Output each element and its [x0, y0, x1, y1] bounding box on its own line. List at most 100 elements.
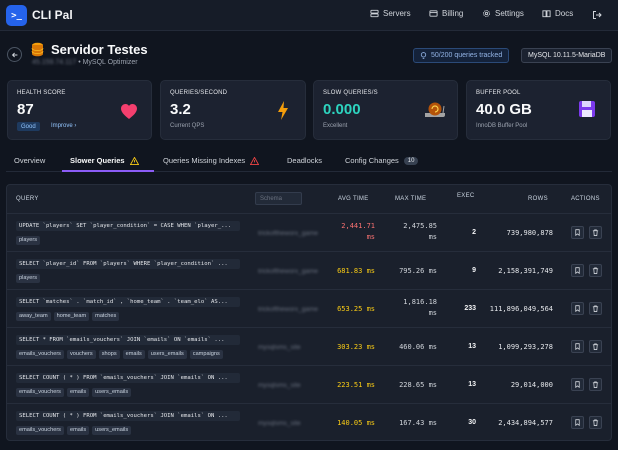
tab-missing-indexes[interactable]: Queries Missing Indexes [163, 156, 260, 165]
exec-count: 13 [468, 343, 476, 350]
terminal-logo-icon[interactable]: >_ [6, 5, 27, 26]
table-row[interactable]: UPDATE `players` SET `player_condition` … [7, 213, 611, 251]
db-version-badge: MySQL 10.11.5-MariaDB [521, 48, 613, 63]
logout-button[interactable] [592, 10, 606, 20]
col-avg-time[interactable]: AVG TIME [338, 196, 369, 202]
query-text[interactable]: SELECT COUNT ( * ) FROM `emails_vouchers… [16, 373, 240, 383]
lightbulb-icon [420, 51, 427, 59]
trash-icon [592, 419, 599, 426]
nav-settings[interactable]: Settings [482, 9, 524, 18]
table-tag: matches [92, 312, 120, 321]
table-row[interactable]: SELECT COUNT ( * ) FROM `emails_vouchers… [7, 403, 611, 440]
trash-icon [592, 381, 599, 388]
tab-slower-queries[interactable]: Slower Queries [70, 156, 139, 165]
slow-queries-card: SLOW QUERIES/S 0.000 Excellent [313, 80, 458, 140]
table-row[interactable]: SELECT * FROM `emails_vouchers` JOIN `em… [7, 327, 611, 365]
exec-count: 30 [468, 419, 476, 426]
exec-count: 233 [464, 305, 476, 312]
heart-icon [121, 104, 137, 119]
avg-time-unit: ms [366, 233, 375, 241]
nav-settings-label: Settings [495, 9, 524, 18]
col-rows[interactable]: ROWS [528, 196, 548, 202]
table-tag: users_emails [92, 426, 132, 435]
delete-button[interactable] [589, 226, 602, 239]
avg-time: 681.83 ms [337, 267, 375, 275]
delete-button[interactable] [589, 378, 602, 391]
table-tag: shops [98, 350, 120, 359]
qps-subtext: Current QPS [170, 123, 205, 129]
table-tag: emails_vouchers [16, 426, 64, 435]
table-tag: emails [122, 350, 145, 359]
table-tag: players [16, 274, 41, 283]
nav-docs[interactable]: Docs [542, 9, 573, 18]
active-tab-indicator [62, 170, 154, 172]
bookmark-button[interactable] [571, 378, 584, 391]
server-title: Servidor Testes [51, 42, 148, 57]
max-time: 460.06 ms [399, 343, 437, 351]
rows-examined: 2,434,894,577 [498, 419, 553, 427]
slow-queries-label: SLOW QUERIES/S [323, 90, 378, 96]
floppy-disk-icon [579, 101, 595, 117]
table-tag: emails_vouchers [16, 350, 64, 359]
rows-examined: 29,014,000 [510, 381, 553, 389]
query-text[interactable]: SELECT COUNT ( * ) FROM `emails_vouchers… [16, 411, 240, 421]
delete-button[interactable] [589, 340, 602, 353]
nav-servers[interactable]: Servers [370, 9, 411, 18]
back-button[interactable] [7, 47, 22, 62]
nav-billing-label: Billing [442, 9, 464, 18]
bookmark-button[interactable] [571, 264, 584, 277]
max-time: 167.43 ms [399, 419, 437, 427]
table-tag: emails_vouchers [16, 388, 64, 397]
bookmark-icon [575, 305, 580, 312]
server-icon [370, 9, 379, 18]
schema-name: mysqlsms_site [258, 420, 301, 427]
app-name[interactable]: CLI Pal [32, 8, 73, 22]
query-text[interactable]: SELECT `matches` . `match_id` , `home_te… [16, 297, 240, 307]
health-score-label: HEALTH SCORE [17, 90, 66, 96]
table-tag: vouchers [66, 350, 96, 359]
buffer-pool-card: BUFFER POOL 40.0 GB InnoDB Buffer Pool [466, 80, 611, 140]
delete-button[interactable] [589, 264, 602, 277]
query-text[interactable]: SELECT `player_id` FROM `players` WHERE … [16, 259, 240, 269]
col-query: QUERY [16, 196, 39, 202]
qps-value: 3.2 [170, 101, 191, 118]
table-tag: users_emails [147, 350, 187, 359]
arrow-left-icon [11, 52, 17, 57]
tab-overview-label: Overview [14, 156, 46, 165]
bookmark-button[interactable] [571, 226, 584, 239]
tab-overview[interactable]: Overview [14, 156, 45, 165]
qps-label: QUERIES/SECOND [170, 90, 228, 96]
bookmark-icon [575, 267, 580, 274]
bookmark-button[interactable] [571, 416, 584, 429]
table-row[interactable]: SELECT `player_id` FROM `players` WHERE … [7, 251, 611, 289]
table-row[interactable]: SELECT COUNT ( * ) FROM `emails_vouchers… [7, 365, 611, 403]
tab-config-changes[interactable]: Config Changes 10 [345, 156, 419, 165]
buffer-pool-value: 40.0 GB [476, 101, 532, 118]
delete-button[interactable] [589, 416, 602, 429]
bookmark-icon [575, 343, 580, 350]
improve-link[interactable]: Improve › [51, 123, 76, 129]
col-max-time[interactable]: MAX TIME [395, 196, 426, 202]
server-ip: 45.159.74.117 [32, 59, 77, 66]
nav-billing[interactable]: Billing [429, 9, 463, 18]
bookmark-button[interactable] [571, 302, 584, 315]
schema-name: trickoftheworx_game [258, 268, 318, 275]
schema-filter-input[interactable]: Schema [255, 192, 302, 205]
delete-button[interactable] [589, 302, 602, 315]
avg-time: 653.25 ms [337, 305, 375, 313]
rows-examined: 2,158,391,749 [498, 267, 553, 275]
table-row[interactable]: SELECT `matches` . `match_id` , `home_te… [7, 289, 611, 327]
tab-deadlocks[interactable]: Deadlocks [287, 156, 322, 165]
max-time: 1,816.18 ms [391, 298, 437, 317]
query-text[interactable]: UPDATE `players` SET `player_condition` … [16, 221, 240, 231]
query-text[interactable]: SELECT * FROM `emails_vouchers` JOIN `em… [16, 335, 240, 345]
database-icon [31, 42, 44, 57]
exec-count: 13 [468, 381, 476, 388]
avg-time: 223.51 ms [337, 381, 375, 389]
nav-docs-label: Docs [555, 9, 574, 18]
col-exec[interactable]: EXEC [457, 193, 475, 199]
config-changes-count: 10 [403, 156, 419, 165]
max-time: 228.65 ms [399, 381, 437, 389]
server-subtitle-text: • MySQL Optimizer [78, 59, 138, 66]
bookmark-button[interactable] [571, 340, 584, 353]
